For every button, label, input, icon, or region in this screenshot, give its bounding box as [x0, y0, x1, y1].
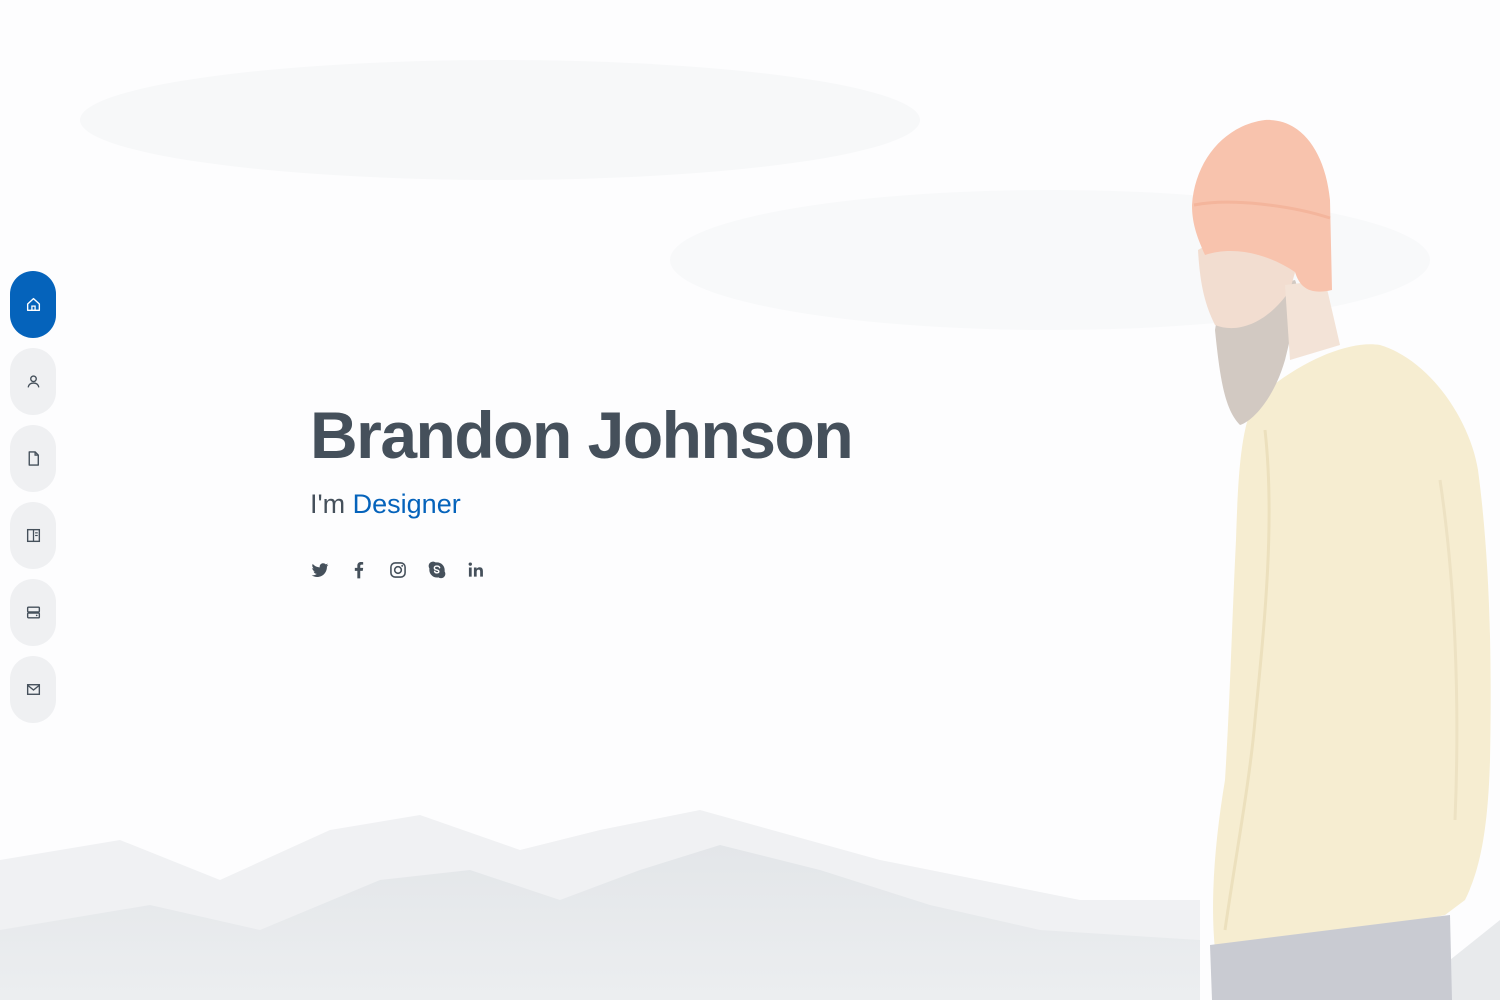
facebook-icon — [354, 562, 364, 579]
instagram-icon — [390, 562, 406, 578]
server-icon — [26, 606, 40, 619]
hero-tagline: I'm Designer — [310, 489, 852, 519]
nav-resume-button[interactable] — [10, 425, 56, 492]
hero-content: Brandon Johnson I'm Designer — [310, 395, 854, 580]
nav-portfolio-button[interactable] — [10, 502, 56, 569]
linkedin-link[interactable] — [466, 560, 486, 580]
hero-tagline-prefix: I'm — [310, 489, 353, 519]
skype-icon — [428, 561, 446, 579]
facebook-link[interactable] — [349, 560, 369, 580]
hero-tagline-role: Designer — [352, 489, 461, 519]
skype-link[interactable] — [427, 560, 447, 580]
nav-services-button[interactable] — [10, 579, 56, 646]
hero-name: Brandon Johnson — [310, 398, 854, 472]
instagram-link[interactable] — [388, 560, 408, 580]
home-icon — [26, 297, 40, 312]
file-icon — [28, 451, 39, 466]
nav-contact-button[interactable] — [10, 656, 56, 723]
nav-about-button[interactable] — [10, 348, 56, 415]
linkedin-icon — [468, 562, 483, 577]
side-nav — [10, 271, 56, 723]
envelope-icon — [26, 684, 40, 695]
social-links — [310, 560, 852, 580]
book-icon — [26, 528, 40, 543]
nav-home-button[interactable] — [10, 271, 56, 338]
twitter-link[interactable] — [310, 560, 330, 580]
twitter-icon — [311, 563, 329, 577]
person-icon — [27, 375, 39, 388]
